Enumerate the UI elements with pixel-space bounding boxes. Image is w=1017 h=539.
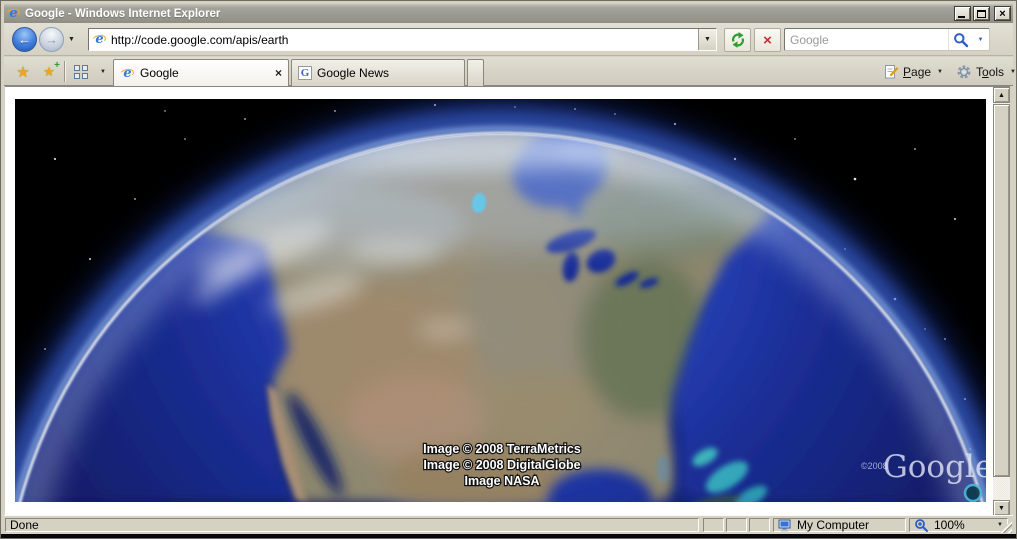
- refresh-icon: [731, 32, 744, 48]
- forward-button[interactable]: →: [39, 27, 64, 52]
- status-pane: [703, 518, 724, 532]
- scroll-down-button[interactable]: ▼: [993, 500, 1010, 516]
- quick-tabs-button[interactable]: [69, 60, 93, 83]
- page-menu-button[interactable]: Page ▼: [880, 61, 947, 83]
- scrollbar-thumb[interactable]: [993, 104, 1010, 477]
- url-input[interactable]: [111, 32, 698, 47]
- tab-bar: ★ ★ + ▼ e Google × G Google News Page ▼ …: [4, 57, 1016, 86]
- window-title: Google - Windows Internet Explorer: [25, 7, 221, 20]
- tools-label: Tools: [976, 65, 1005, 79]
- chevron-down-icon: ▼: [704, 36, 711, 43]
- page-content: Image © 2008 TerraMetrics Image © 2008 D…: [5, 86, 1010, 516]
- status-pane: [726, 518, 747, 532]
- favorites-center-button[interactable]: ★: [11, 60, 35, 83]
- chevron-down-icon: ▼: [100, 68, 106, 75]
- title-bar[interactable]: e Google - Windows Internet Explorer ×: [4, 4, 1013, 23]
- add-favorite-button[interactable]: ★ +: [37, 60, 61, 83]
- forward-arrow-icon: →: [45, 32, 58, 47]
- tab-google[interactable]: e Google ×: [113, 59, 289, 86]
- chevron-down-icon: ▼: [977, 36, 984, 43]
- zoom-control[interactable]: 100% ▼: [909, 518, 1008, 532]
- vertical-scrollbar[interactable]: ▲ ▼: [993, 87, 1010, 516]
- streaming-indicator-icon: [963, 483, 983, 502]
- favorites-star-icon: ★: [16, 63, 30, 81]
- zoom-magnifier-icon: [915, 518, 928, 532]
- navigation-bar: ← → ▼ e ▼ × ▼: [4, 23, 1013, 56]
- chevron-down-icon: ▼: [1010, 69, 1016, 75]
- zoom-level: 100%: [934, 518, 965, 532]
- page-favicon-ie-icon: e: [92, 32, 107, 47]
- address-dropdown-button[interactable]: ▼: [698, 29, 716, 50]
- chevron-down-icon: ▼: [937, 69, 943, 75]
- page-icon: [885, 65, 899, 79]
- ie-logo-icon: e: [6, 6, 21, 21]
- new-tab-stub[interactable]: [467, 59, 484, 86]
- toolbar-divider: [64, 61, 66, 82]
- close-icon: ×: [999, 7, 1006, 20]
- browser-window: e Google - Windows Internet Explorer × ←…: [0, 0, 1017, 539]
- address-bar: e ▼: [88, 28, 717, 51]
- earth-globe[interactable]: Image © 2008 TerraMetrics Image © 2008 D…: [15, 99, 986, 502]
- triangle-down-icon: ▼: [998, 504, 1005, 512]
- close-button[interactable]: ×: [994, 6, 1011, 21]
- search-input[interactable]: [785, 32, 948, 47]
- back-button[interactable]: ←: [12, 27, 37, 52]
- attribution-line-1: Image © 2008 TerraMetrics: [423, 442, 581, 456]
- google-g-favicon: G: [298, 66, 312, 80]
- gear-icon: [957, 65, 971, 79]
- status-text: Done: [10, 518, 39, 532]
- add-favorite-star-icon: ★: [43, 63, 55, 79]
- search-box: ▼: [784, 28, 990, 51]
- stop-button[interactable]: ×: [754, 28, 781, 52]
- maximize-icon: [977, 9, 986, 18]
- status-bar: Done My Computer 100% ▼: [4, 515, 1013, 534]
- tab-favicon-ie-icon: e: [120, 66, 135, 81]
- search-icon: [953, 32, 968, 47]
- google-earth-plugin[interactable]: Image © 2008 TerraMetrics Image © 2008 D…: [15, 99, 986, 502]
- tab-label: Google News: [317, 66, 390, 80]
- back-arrow-icon: ←: [18, 32, 31, 47]
- security-zone-pane: My Computer: [773, 518, 906, 532]
- window-bottom-edge: [1, 534, 1016, 538]
- search-options-dropdown[interactable]: ▼: [972, 29, 989, 50]
- attribution-line-2: Image © 2008 DigitalGlobe: [423, 458, 580, 472]
- scroll-up-button[interactable]: ▲: [993, 87, 1010, 103]
- minimize-button[interactable]: [954, 6, 971, 21]
- zone-label: My Computer: [797, 518, 870, 532]
- status-pane: [749, 518, 770, 532]
- search-go-button[interactable]: [948, 29, 972, 50]
- tab-close-icon[interactable]: ×: [275, 66, 282, 80]
- triangle-up-icon: ▲: [998, 91, 1005, 99]
- history-dropdown-icon[interactable]: ▼: [68, 36, 75, 43]
- tab-list-dropdown[interactable]: ▼: [96, 60, 110, 83]
- status-text-pane: Done: [5, 518, 699, 532]
- google-logo-watermark: Google: [883, 449, 986, 485]
- minimize-icon: [958, 16, 965, 18]
- attribution-line-3: Image NASA: [464, 474, 539, 488]
- maximize-button[interactable]: [973, 6, 990, 21]
- tab-google-news[interactable]: G Google News: [291, 59, 465, 86]
- page-label: Page: [903, 65, 932, 79]
- tab-label: Google: [140, 66, 179, 80]
- tools-menu-button[interactable]: Tools ▼: [952, 61, 1016, 83]
- chevron-down-icon: ▼: [997, 522, 1003, 528]
- refresh-button[interactable]: [724, 28, 751, 52]
- quick-tabs-grid-icon: [74, 64, 88, 79]
- plus-icon: +: [54, 60, 60, 71]
- my-computer-icon: [778, 519, 791, 531]
- stop-icon: ×: [763, 31, 772, 49]
